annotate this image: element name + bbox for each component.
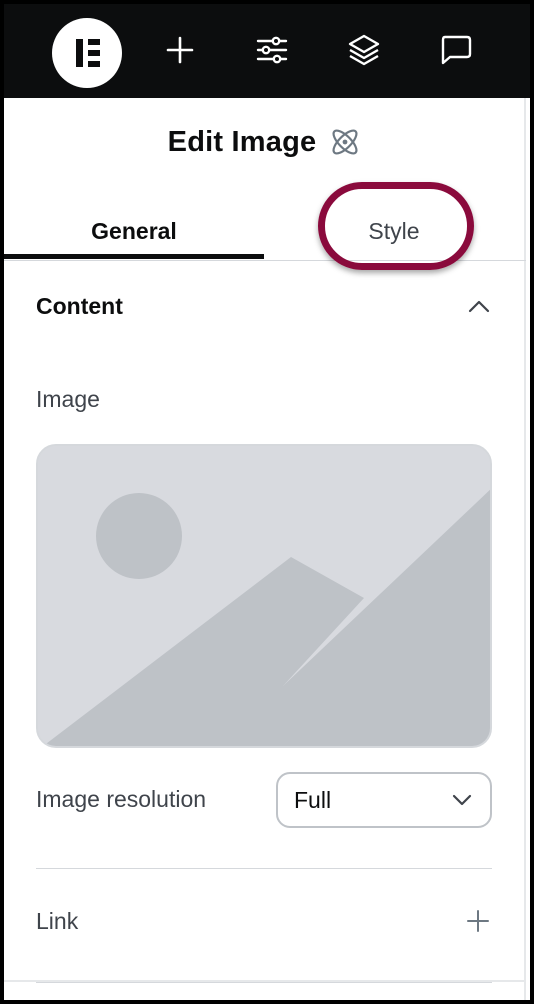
screenshot-frame — [0, 0, 534, 1004]
